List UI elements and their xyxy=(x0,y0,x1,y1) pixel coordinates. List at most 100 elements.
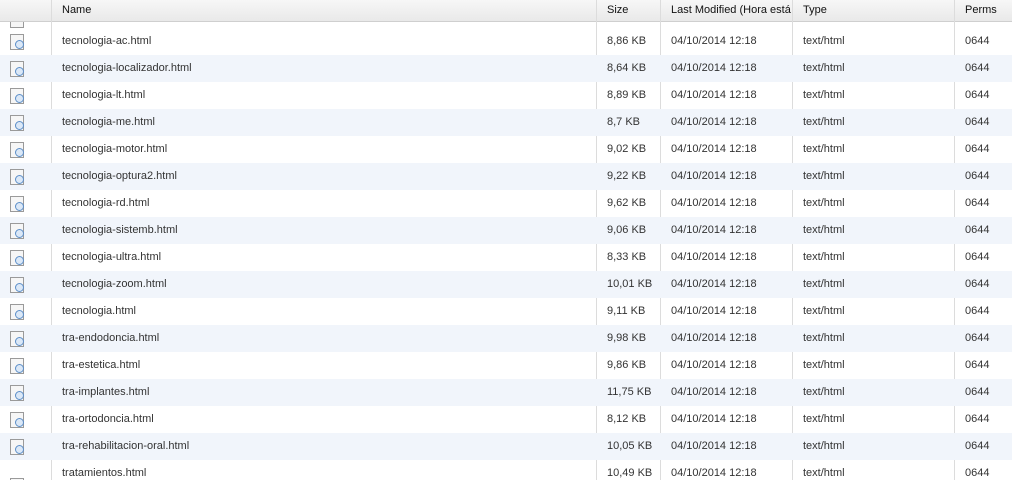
file-type: text/html xyxy=(803,332,845,344)
file-name[interactable]: tecnologia-ultra.html xyxy=(52,244,597,271)
file-perms[interactable]: 0644 xyxy=(955,298,1012,325)
html-file-icon[interactable] xyxy=(10,115,24,131)
file-name[interactable]: tra-implantes.html xyxy=(52,379,597,406)
html-file-icon[interactable] xyxy=(10,223,24,239)
file-name[interactable]: tecnologia-me.html xyxy=(52,109,597,136)
header-last-modified[interactable]: Last Modified (Hora está xyxy=(661,0,793,21)
header-size[interactable]: Size xyxy=(597,0,661,21)
html-file-icon[interactable] xyxy=(10,385,24,401)
table-row[interactable]: tecnologia-ultra.html 8,33 KB 04/10/2014 1… xyxy=(0,244,1012,271)
header-name[interactable]: Name xyxy=(52,0,597,21)
table-row[interactable]: tecnologia-rd.html 9,62 KB 04/10/2014 12:1… xyxy=(0,190,1012,217)
file-size: 10,49 KB xyxy=(607,467,653,479)
html-file-icon[interactable] xyxy=(10,196,24,212)
file-name[interactable]: tecnologia-ac.html xyxy=(52,28,597,55)
file-size: 9,22 KB xyxy=(607,170,647,182)
file-name[interactable]: tra-endodoncia.html xyxy=(52,325,597,352)
file-list-table: Name Size Last Modified (Hora está Type … xyxy=(0,0,1012,480)
table-row[interactable]: tra-estetica.html 9,86 KB 04/10/2014 12:18… xyxy=(0,352,1012,379)
file-size: 8,89 KB xyxy=(607,89,647,101)
file-perms[interactable]: 0644 xyxy=(955,55,1012,82)
html-file-icon[interactable] xyxy=(10,277,24,293)
file-name[interactable]: tratamientos.html xyxy=(52,460,597,480)
html-file-icon[interactable] xyxy=(10,88,24,104)
file-icon-cell xyxy=(0,379,52,406)
html-file-icon[interactable] xyxy=(10,412,24,428)
file-perms[interactable]: 0644 xyxy=(955,352,1012,379)
file-type: text/html xyxy=(803,440,845,452)
file-icon-cell xyxy=(0,190,52,217)
file-icon-cell xyxy=(0,406,52,433)
file-name[interactable]: tecnologia-lt.html xyxy=(52,82,597,109)
file-name[interactable]: tecnologia-localizador.html xyxy=(52,55,597,82)
table-row[interactable]: tecnologia-motor.html 9,02 KB 04/10/2014 1… xyxy=(0,136,1012,163)
file-perms[interactable]: 0644 xyxy=(955,82,1012,109)
file-type: text/html xyxy=(803,170,845,182)
table-row[interactable]: tecnologia-ac.html 8,86 KB 04/10/2014 12:1… xyxy=(0,28,1012,55)
file-name[interactable]: tecnologia-sistemb.html xyxy=(52,217,597,244)
file-perms[interactable]: 0644 xyxy=(955,460,1012,480)
html-file-icon[interactable] xyxy=(10,61,24,77)
file-name[interactable]: tecnologia-zoom.html xyxy=(52,271,597,298)
file-name[interactable]: tecnologia-motor.html xyxy=(52,136,597,163)
file-perms[interactable]: 0644 xyxy=(955,190,1012,217)
html-file-icon[interactable] xyxy=(10,169,24,185)
file-last-modified: 04/10/2014 12:18 xyxy=(671,359,757,371)
file-perms[interactable]: 0644 xyxy=(955,217,1012,244)
table-row[interactable]: tratamientos.html 10,49 KB 04/10/2014 12:1… xyxy=(0,460,1012,480)
header-icon-column xyxy=(0,0,52,21)
table-row[interactable]: tecnologia-optura2.html 9,22 KB 04/10/2014… xyxy=(0,163,1012,190)
html-file-icon[interactable] xyxy=(10,34,24,50)
file-name[interactable]: tra-estetica.html xyxy=(52,352,597,379)
file-icon-cell xyxy=(0,433,52,460)
table-row[interactable]: tecnologia-lt.html 8,89 KB 04/10/2014 12:1… xyxy=(0,82,1012,109)
file-last-modified: 04/10/2014 12:18 xyxy=(671,440,757,452)
file-icon-cell xyxy=(0,460,52,480)
html-file-icon[interactable] xyxy=(10,142,24,158)
header-perms[interactable]: Perms xyxy=(955,0,1012,21)
file-type: text/html xyxy=(803,413,845,425)
file-name[interactable]: tra-rehabilitacion-oral.html xyxy=(52,433,597,460)
file-perms[interactable]: 0644 xyxy=(955,433,1012,460)
file-icon-cell xyxy=(0,109,52,136)
file-size: 11,75 KB xyxy=(607,386,652,398)
table-row[interactable]: tecnologia-sistemb.html 9,06 KB 04/10/2014… xyxy=(0,217,1012,244)
table-row[interactable]: tecnologia-localizador.html 8,64 KB 04/10/… xyxy=(0,55,1012,82)
table-row[interactable]: tra-endodoncia.html 9,98 KB 04/10/2014 12:… xyxy=(0,325,1012,352)
table-row[interactable]: tecnologia-zoom.html 10,01 KB 04/10/2014 1… xyxy=(0,271,1012,298)
html-file-icon[interactable] xyxy=(10,331,24,347)
table-row[interactable]: tra-rehabilitacion-oral.html 10,05 KB 04/1… xyxy=(0,433,1012,460)
html-file-icon[interactable] xyxy=(10,304,24,320)
file-last-modified: 04/10/2014 12:18 xyxy=(671,143,757,155)
file-perms[interactable]: 0644 xyxy=(955,244,1012,271)
file-name[interactable]: tecnologia-rd.html xyxy=(52,190,597,217)
file-size: 9,98 KB xyxy=(607,332,647,344)
table-row[interactable]: tra-implantes.html 11,75 KB 04/10/2014 12:… xyxy=(0,379,1012,406)
header-type[interactable]: Type xyxy=(793,0,955,21)
table-row[interactable]: tra-ortodoncia.html 8,12 KB 04/10/2014 12:… xyxy=(0,406,1012,433)
file-perms[interactable]: 0644 xyxy=(955,406,1012,433)
html-file-icon[interactable] xyxy=(10,250,24,266)
file-perms[interactable]: 0644 xyxy=(955,136,1012,163)
file-last-modified: 04/10/2014 12:18 xyxy=(671,386,757,398)
table-row[interactable]: tecnologia-me.html 8,7 KB 04/10/2014 12:18… xyxy=(0,109,1012,136)
file-size: 9,62 KB xyxy=(607,197,647,209)
file-type: text/html xyxy=(803,305,845,317)
file-perms[interactable]: 0644 xyxy=(955,271,1012,298)
file-perms[interactable]: 0644 xyxy=(955,109,1012,136)
file-last-modified: 04/10/2014 12:18 xyxy=(671,170,757,182)
table-row[interactable]: tecnologia.html 9,11 KB 04/10/2014 12:18 te… xyxy=(0,298,1012,325)
file-perms[interactable]: 0644 xyxy=(955,379,1012,406)
file-name[interactable]: tecnologia.html xyxy=(52,298,597,325)
file-perms[interactable]: 0644 xyxy=(955,325,1012,352)
file-perms[interactable]: 0644 xyxy=(955,163,1012,190)
file-size: 10,05 KB xyxy=(607,440,653,452)
html-file-icon[interactable] xyxy=(10,358,24,374)
file-perms[interactable]: 0644 xyxy=(955,28,1012,55)
file-icon-cell xyxy=(0,136,52,163)
html-file-icon[interactable] xyxy=(10,439,24,455)
file-name[interactable]: tecnologia-optura2.html xyxy=(52,163,597,190)
file-name[interactable]: tra-ortodoncia.html xyxy=(52,406,597,433)
file-type: text/html xyxy=(803,251,845,263)
file-last-modified: 04/10/2014 12:18 xyxy=(671,89,757,101)
